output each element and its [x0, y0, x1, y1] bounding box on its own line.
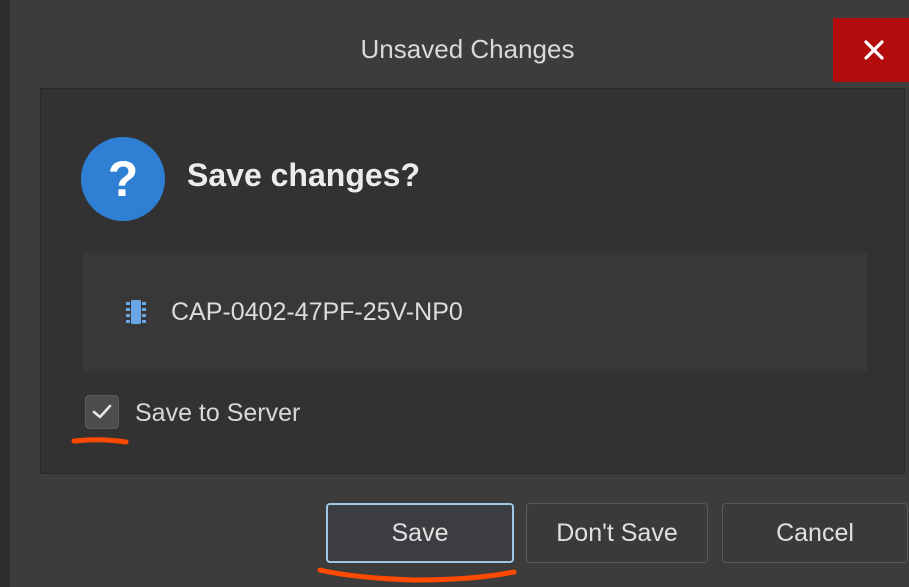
question-icon: ? [81, 137, 165, 221]
save-to-server-checkbox[interactable] [85, 395, 119, 429]
cancel-button[interactable]: Cancel [722, 503, 908, 563]
save-button[interactable]: Save [326, 503, 514, 563]
save-to-server-label[interactable]: Save to Server [135, 399, 300, 428]
dialog-content: ? Save changes? CAP-0402-47PF-25V-NP0 Sa… [40, 88, 905, 474]
dont-save-button[interactable]: Don't Save [526, 503, 708, 563]
dialog-title: Unsaved Changes [360, 34, 575, 64]
changed-items-list: CAP-0402-47PF-25V-NP0 [83, 253, 867, 371]
dialog-heading: Save changes? [187, 157, 420, 193]
annotation-underline-save [317, 567, 517, 583]
component-chip-icon [126, 300, 146, 324]
close-button[interactable] [833, 18, 909, 82]
question-glyph: ? [107, 151, 139, 207]
changed-item-name: CAP-0402-47PF-25V-NP0 [171, 298, 463, 326]
checkmark-icon [92, 404, 112, 419]
close-icon [864, 40, 884, 60]
title-bar: Unsaved Changes [20, 8, 909, 88]
annotation-underline-checkbox [71, 437, 129, 445]
unsaved-changes-dialog: Unsaved Changes ? Save changes? CAP-0402… [0, 0, 909, 587]
